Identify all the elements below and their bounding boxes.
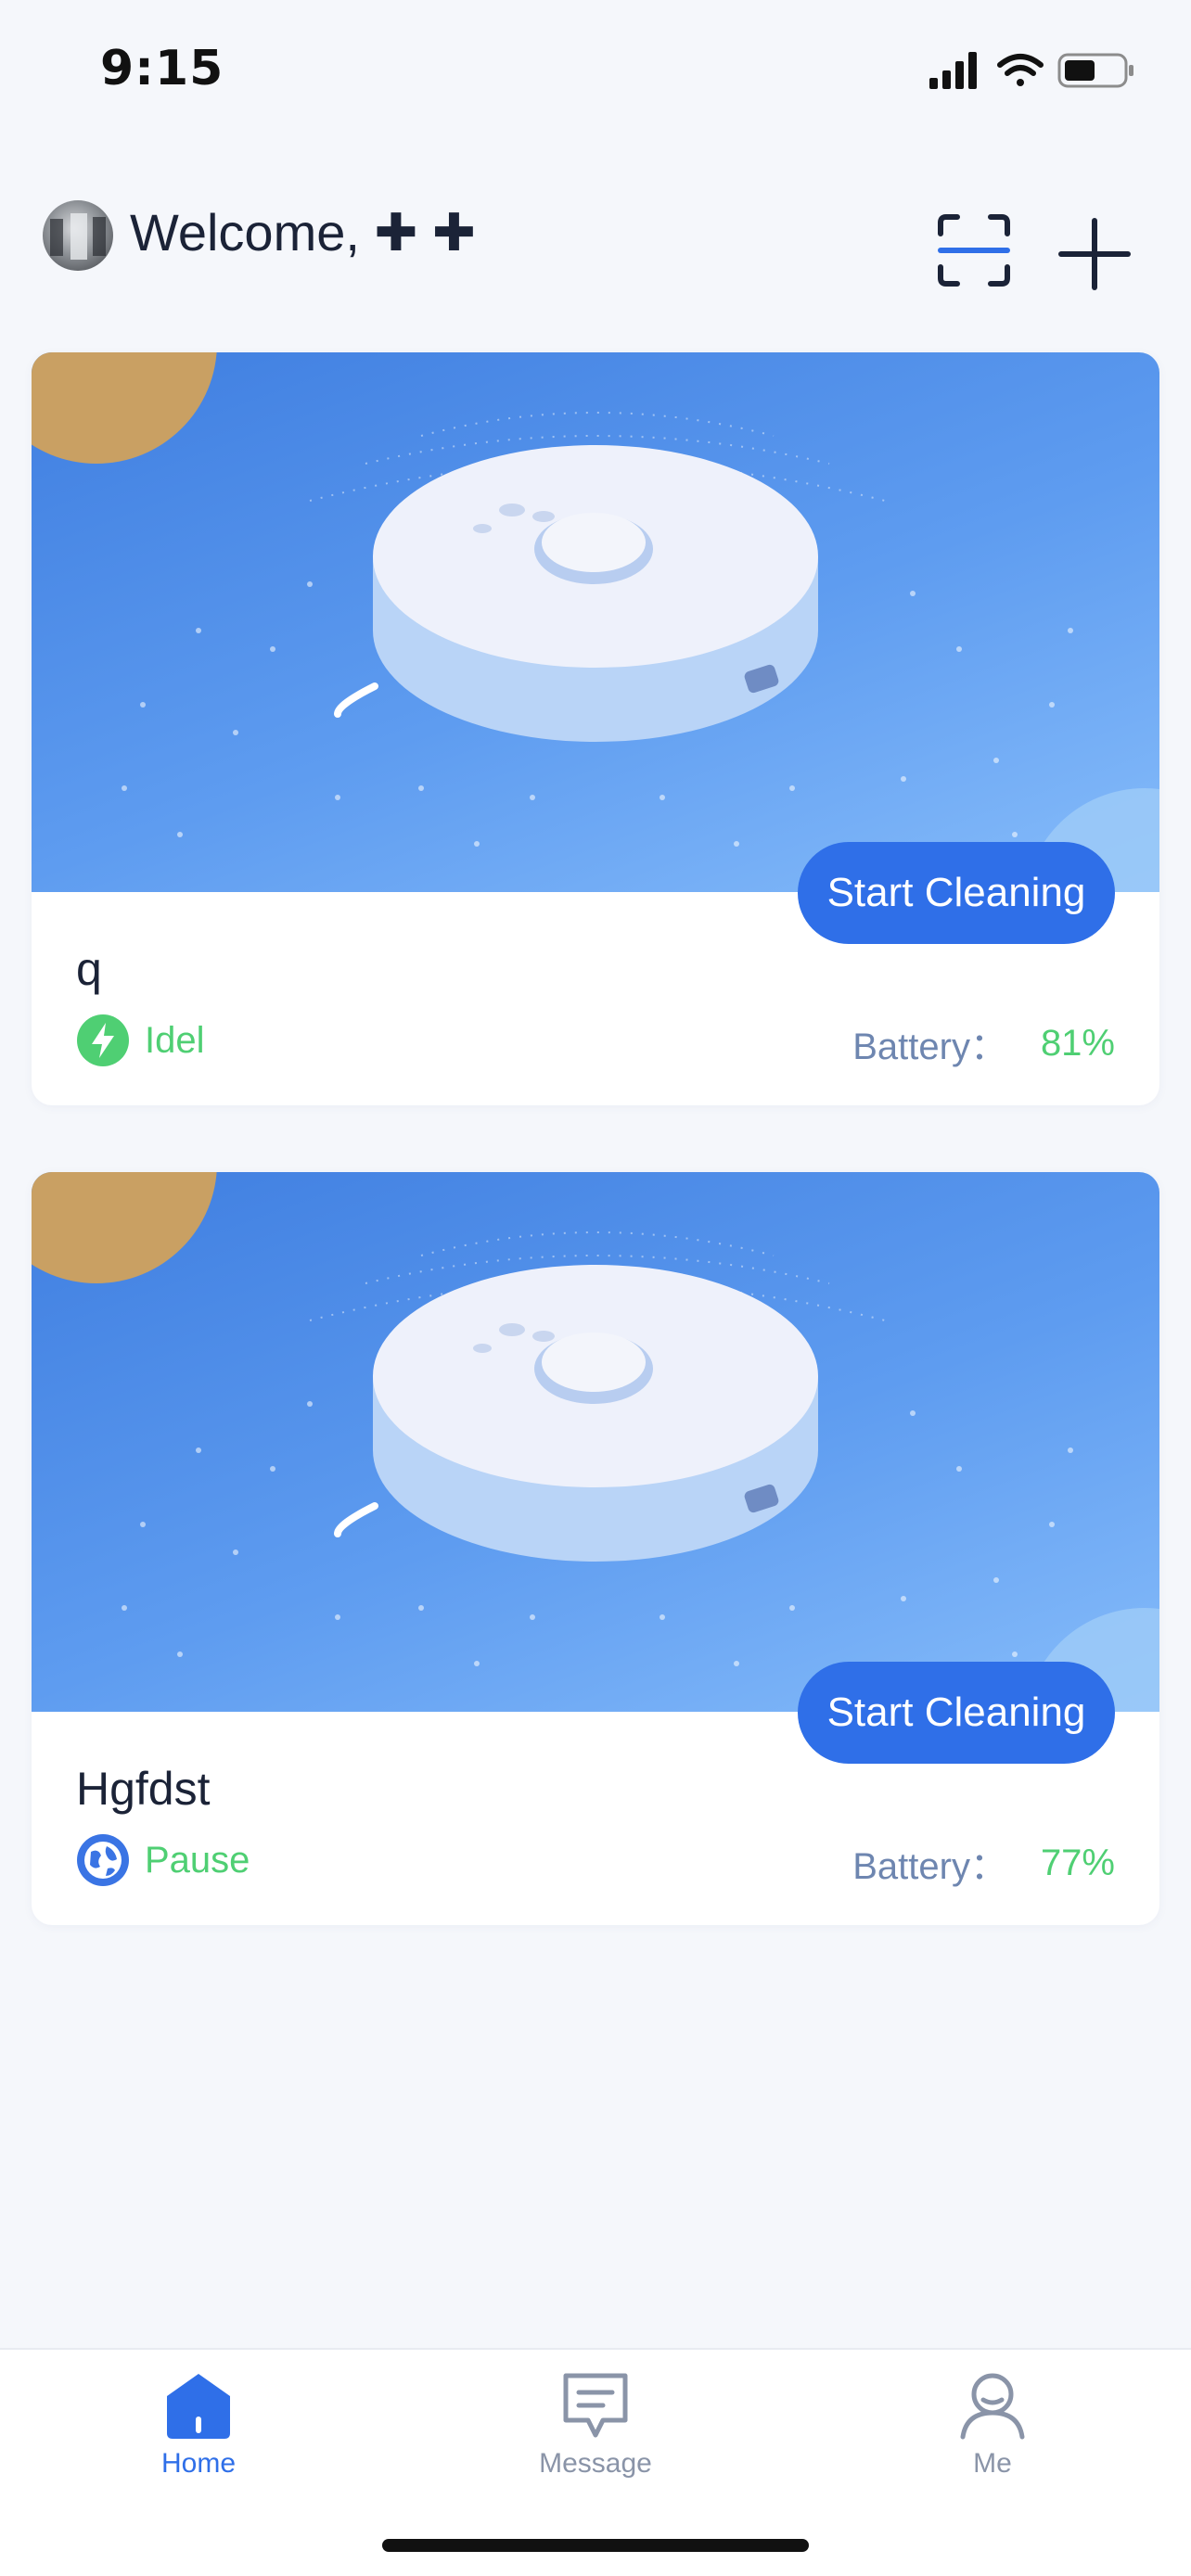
- device-card[interactable]: Start Cleaning Hgfdst Pause Battery： 77%: [32, 1172, 1159, 1925]
- signal-icon: [929, 52, 977, 89]
- battery-label: Battery：: [852, 1846, 1007, 1887]
- battery-info: Battery： 81%: [852, 1016, 1115, 1070]
- home-screen: 9:15 Welcome, ✚ ✚ Start Cleaning q Idel …: [0, 0, 1191, 2576]
- home-icon: [167, 2374, 230, 2439]
- robot-vacuum-illustration: [334, 1265, 818, 1562]
- globe-icon: [77, 1834, 129, 1886]
- message-icon: [563, 2373, 628, 2438]
- wifi-icon: [997, 54, 1044, 86]
- tab-me[interactable]: Me: [890, 2370, 1095, 2509]
- battery-value: 77%: [1040, 1842, 1115, 1883]
- status-bar: 9:15: [0, 0, 1191, 139]
- status-text: Pause: [145, 1839, 250, 1881]
- device-status: Idel: [76, 1013, 205, 1068]
- header: Welcome, ✚ ✚: [0, 185, 1191, 306]
- add-device-button[interactable]: [1057, 217, 1132, 296]
- welcome-text: Welcome, ✚ ✚: [130, 203, 476, 261]
- battery-value: 81%: [1040, 1022, 1115, 1064]
- battery-label: Battery：: [852, 1027, 1007, 1067]
- status-icons: [929, 50, 1143, 91]
- device-banner: [32, 352, 1159, 892]
- home-indicator[interactable]: [382, 2539, 809, 2552]
- battery-icon: [1057, 53, 1133, 88]
- status-text: Idel: [145, 1019, 205, 1061]
- start-cleaning-button[interactable]: Start Cleaning: [798, 842, 1115, 944]
- plus-icon: [1058, 218, 1131, 290]
- sun-decoration: [32, 352, 217, 464]
- avatar[interactable]: [43, 200, 113, 271]
- status-time: 9:15: [100, 41, 224, 96]
- lightning-icon: [77, 1014, 129, 1066]
- device-name: q: [76, 943, 102, 995]
- battery-info: Battery： 77%: [852, 1836, 1115, 1890]
- tab-home[interactable]: Home: [96, 2370, 301, 2509]
- scan-icon[interactable]: [937, 213, 1011, 292]
- tab-label: Home: [160, 2448, 237, 2479]
- start-cleaning-button[interactable]: Start Cleaning: [798, 1662, 1115, 1764]
- sun-decoration: [32, 1172, 217, 1283]
- tab-label: Me: [973, 2448, 1012, 2479]
- tab-label: Message: [539, 2448, 652, 2479]
- tab-message[interactable]: Message: [493, 2370, 698, 2509]
- device-status: Pause: [76, 1832, 250, 1888]
- device-name: Hgfdst: [76, 1763, 211, 1815]
- device-banner: [32, 1172, 1159, 1712]
- robot-vacuum-illustration: [334, 445, 818, 742]
- person-icon: [960, 2373, 1025, 2440]
- device-card[interactable]: Start Cleaning q Idel Battery： 81%: [32, 352, 1159, 1105]
